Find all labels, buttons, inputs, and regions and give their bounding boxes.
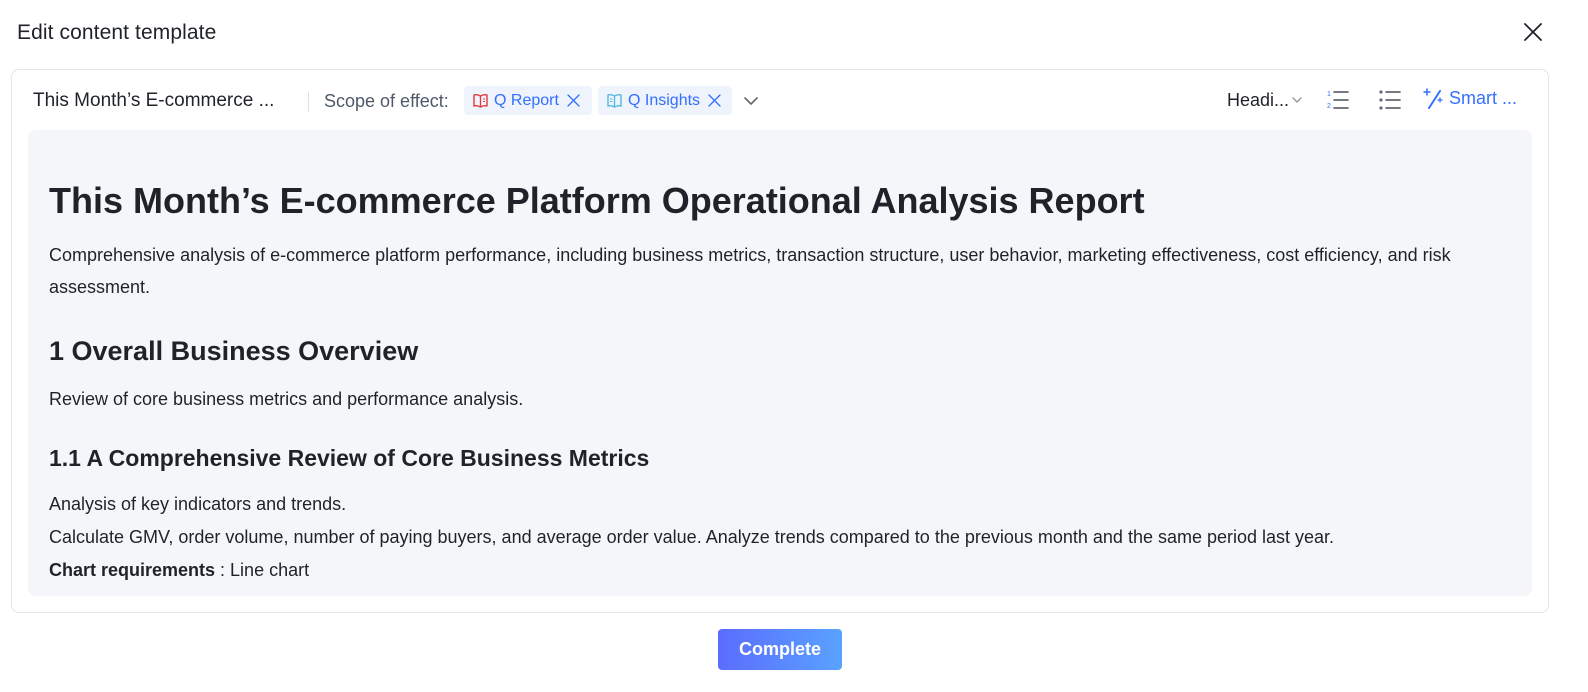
dialog-title: Edit content template xyxy=(17,21,217,44)
close-button[interactable] xyxy=(1519,18,1547,46)
bullet-list-button[interactable] xyxy=(1378,88,1402,112)
heading-style-value: Headi... xyxy=(1227,90,1290,110)
scope-tag-label: Q Insights xyxy=(628,91,701,109)
chevron-down-icon xyxy=(744,96,758,105)
remove-icon xyxy=(708,94,721,107)
ordered-list-button[interactable]: 1 2 xyxy=(1326,88,1350,112)
chevron-down-icon xyxy=(1292,97,1302,103)
chart-requirements-value: : Line chart xyxy=(215,560,310,580)
section-heading[interactable]: 1 Overall Business Overview xyxy=(49,336,418,367)
subsection-detail[interactable]: Calculate GMV, order volume, number of p… xyxy=(49,527,1334,548)
remove-tag-button[interactable] xyxy=(708,94,721,107)
insights-book-icon xyxy=(607,93,622,108)
toolbar-divider xyxy=(308,92,309,112)
section-text[interactable]: Review of core business metrics and perf… xyxy=(49,389,523,410)
document-description[interactable]: Comprehensive analysis of e-commerce pla… xyxy=(49,239,1514,303)
chart-requirements-label: Chart requirements xyxy=(49,560,216,580)
heading-style-select[interactable]: Headi... xyxy=(1227,90,1302,111)
bullet-list-icon xyxy=(1379,90,1401,110)
svg-text:2: 2 xyxy=(1327,103,1331,110)
content-editor[interactable]: This Month’s E-commerce Platform Operati… xyxy=(28,130,1532,596)
ordered-list-icon: 1 2 xyxy=(1327,91,1349,110)
smart-button-label: Smart ... xyxy=(1449,87,1518,108)
chart-requirements[interactable]: Chart requirements : Line chart xyxy=(49,560,309,581)
magic-wand-icon xyxy=(1423,88,1443,109)
editor-toolbar: This Month’s E-commerce ... Scope of eff… xyxy=(12,70,1548,130)
dialog-header: Edit content template xyxy=(0,0,1588,66)
close-icon xyxy=(1524,23,1542,41)
scope-dropdown-button[interactable] xyxy=(742,92,760,110)
remove-icon xyxy=(567,94,580,107)
smart-generate-button[interactable]: Smart ... xyxy=(1423,87,1517,109)
remove-tag-button[interactable] xyxy=(567,94,580,107)
document-title[interactable]: This Month’s E-commerce Platform Operati… xyxy=(49,180,1145,222)
complete-button[interactable]: Complete xyxy=(718,629,842,670)
subsection-text[interactable]: Analysis of key indicators and trends. xyxy=(49,494,346,515)
template-panel: This Month’s E-commerce ... Scope of eff… xyxy=(11,69,1549,613)
scope-tag-report[interactable]: Q Report xyxy=(464,86,592,115)
scope-tag-insights[interactable]: Q Insights xyxy=(598,86,732,115)
scope-label: Scope of effect: xyxy=(324,91,449,111)
subsection-heading[interactable]: 1.1 A Comprehensive Review of Core Busin… xyxy=(49,445,649,472)
scope-tag-label: Q Report xyxy=(494,91,559,109)
report-book-icon xyxy=(473,93,488,108)
svg-text:1: 1 xyxy=(1327,91,1331,98)
template-name[interactable]: This Month’s E-commerce ... xyxy=(33,90,274,112)
